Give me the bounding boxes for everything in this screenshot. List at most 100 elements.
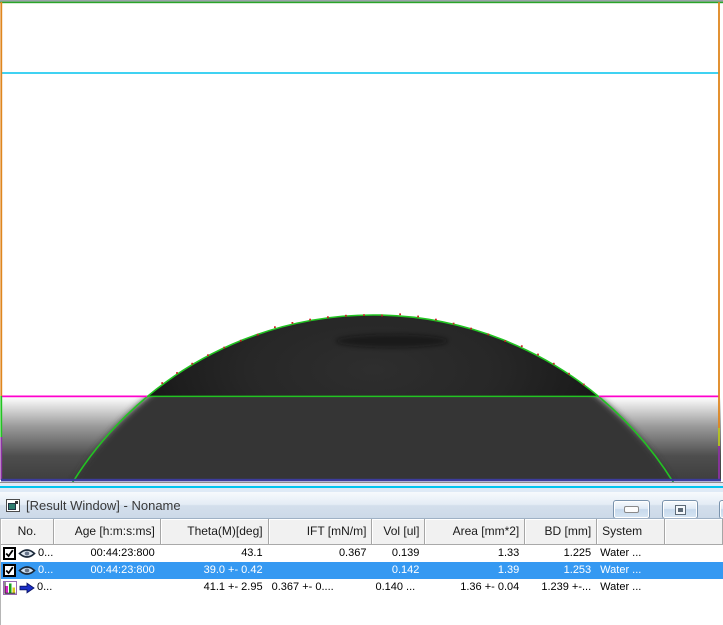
edge-dot	[363, 314, 365, 316]
divider-strip	[0, 482, 723, 492]
eye-icon[interactable]	[18, 548, 36, 559]
edge-dot	[417, 316, 419, 318]
edge-dot	[223, 347, 225, 349]
cell-value: 00:44:23:800	[91, 564, 155, 576]
cell-value: 00:44:23:800	[91, 547, 155, 559]
cell-system: Water ...	[597, 545, 665, 562]
cell-value: 0.367	[339, 547, 367, 559]
edge-dot	[537, 354, 539, 356]
result-window-icon	[6, 499, 20, 512]
edge-dot	[453, 323, 455, 325]
edge-dot	[161, 382, 163, 384]
edge-dot	[568, 373, 570, 375]
bar-chart-icon	[3, 581, 17, 595]
table-row[interactable]: 0...41.1 +- 2.950.367 +- 0....0.140 ...1…	[1, 579, 723, 596]
cell-value: 43.1	[241, 547, 262, 559]
cell-value: 1.36 +- 0.04	[460, 581, 519, 593]
edge-dot	[470, 328, 472, 330]
row-number-label: 0...	[37, 579, 52, 596]
cell-value: 0.140 ...	[375, 581, 415, 593]
result-table: No. Age [h:m:s:ms] Theta(M)[deg] IFT [mN/m]…	[0, 519, 723, 625]
result-window-titlebar[interactable]: [Result Window] - Noname	[0, 492, 723, 519]
cell-value: 1.33	[498, 547, 519, 559]
row-checkbox[interactable]	[3, 547, 16, 560]
edge-dot	[504, 340, 506, 342]
cell-bd: 1.225	[525, 545, 597, 562]
column-header-extra[interactable]	[665, 519, 723, 544]
cell-system: Water ...	[597, 562, 665, 579]
table-row[interactable]: 0... 00:44:23:800 43.1 0.367 0.139 1.33 1.225 W…	[1, 545, 723, 562]
edge-dot	[399, 313, 401, 315]
cell-vol: 0.142	[372, 562, 425, 579]
cyan-divider-line[interactable]	[0, 486, 723, 488]
column-header-theta[interactable]: Theta(M)[deg]	[161, 519, 269, 544]
edge-dot	[583, 384, 585, 386]
edge-dot	[345, 315, 347, 317]
cell-vol: 0.140 ...	[372, 579, 425, 596]
cell-value: 1.39	[498, 564, 519, 576]
column-header-label: BD [mm]	[545, 524, 592, 538]
edge-dot	[327, 316, 329, 318]
edge-dot	[240, 340, 242, 342]
app-screen: [Result Window] - Noname No. Age [h:m:s:m…	[0, 0, 723, 625]
result-table-body: 0... 00:44:23:800 43.1 0.367 0.139 1.33 1.225 W…	[1, 545, 723, 596]
column-header-label: Area [mm*2]	[453, 524, 520, 538]
cell-age: 00:44:23:800	[54, 545, 161, 562]
drop-dark-streak	[336, 335, 448, 348]
cell-value: 0.139	[392, 547, 420, 559]
close-button[interactable]	[719, 500, 723, 519]
minimize-icon	[624, 506, 639, 513]
cell-bd: 1.253	[525, 562, 597, 579]
cell-no: 0...	[1, 545, 54, 562]
column-header-label: Vol [ul]	[383, 524, 419, 538]
cell-area: 1.36 +- 0.04	[425, 579, 525, 596]
cell-value: 1.253	[564, 564, 592, 576]
window-title: [Result Window] - Noname	[26, 498, 181, 513]
column-header-vol[interactable]: Vol [ul]	[372, 519, 425, 544]
cell-value: 1.225	[564, 547, 592, 559]
column-header-area[interactable]: Area [mm*2]	[425, 519, 525, 544]
cell-age: 00:44:23:800	[54, 562, 161, 579]
column-header-system[interactable]: System	[597, 519, 665, 544]
edge-dot	[274, 326, 276, 328]
edge-dot	[435, 319, 437, 321]
top-gray-strip	[0, 0, 723, 2]
cell-value: 39.0 +- 0.42	[204, 564, 263, 576]
cell-vol: 0.139	[372, 545, 425, 562]
restore-button[interactable]	[662, 500, 698, 519]
cell-theta: 43.1	[161, 545, 269, 562]
arrow-right-icon	[19, 582, 35, 594]
table-row[interactable]: 0... 00:44:23:800 39.0 +- 0.42 0.142 1.39 1.2…	[1, 562, 723, 579]
row-number-label: 0...	[38, 562, 53, 579]
minimize-button[interactable]	[613, 500, 650, 519]
cell-area: 1.33	[425, 545, 525, 562]
column-header-label: Theta(M)[deg]	[187, 524, 262, 538]
column-header-no[interactable]: No.	[1, 519, 54, 544]
cell-value: Water ...	[600, 564, 641, 576]
cell-system: Water ...	[597, 579, 665, 596]
checkmark-icon	[5, 549, 14, 558]
edge-dot	[553, 363, 555, 365]
edge-dot	[487, 334, 489, 336]
result-table-header: No. Age [h:m:s:ms] Theta(M)[deg] IFT [mN/m]…	[1, 519, 723, 545]
table-empty-area	[1, 596, 723, 625]
column-header-bd[interactable]: BD [mm]	[525, 519, 597, 544]
edge-dot	[381, 315, 383, 317]
edge-dot	[309, 319, 311, 321]
cell-value: Water ...	[600, 581, 641, 593]
edge-dot	[521, 345, 523, 347]
edge-dot	[207, 354, 209, 356]
cell-ift: 0.367	[269, 545, 373, 562]
eye-icon[interactable]	[18, 565, 36, 576]
edge-dot	[191, 363, 193, 365]
cell-bd: 1.239 +-...	[525, 579, 597, 596]
column-header-label: No.	[18, 524, 37, 538]
row-number-label: 0...	[38, 545, 53, 562]
edge-dot	[292, 322, 294, 324]
drop-image	[0, 0, 723, 482]
column-header-label: System	[602, 524, 642, 538]
cell-value: 0.367 +- 0....	[272, 581, 334, 593]
column-header-ift[interactable]: IFT [mN/m]	[269, 519, 373, 544]
row-checkbox[interactable]	[3, 564, 16, 577]
column-header-age[interactable]: Age [h:m:s:ms]	[54, 519, 161, 544]
